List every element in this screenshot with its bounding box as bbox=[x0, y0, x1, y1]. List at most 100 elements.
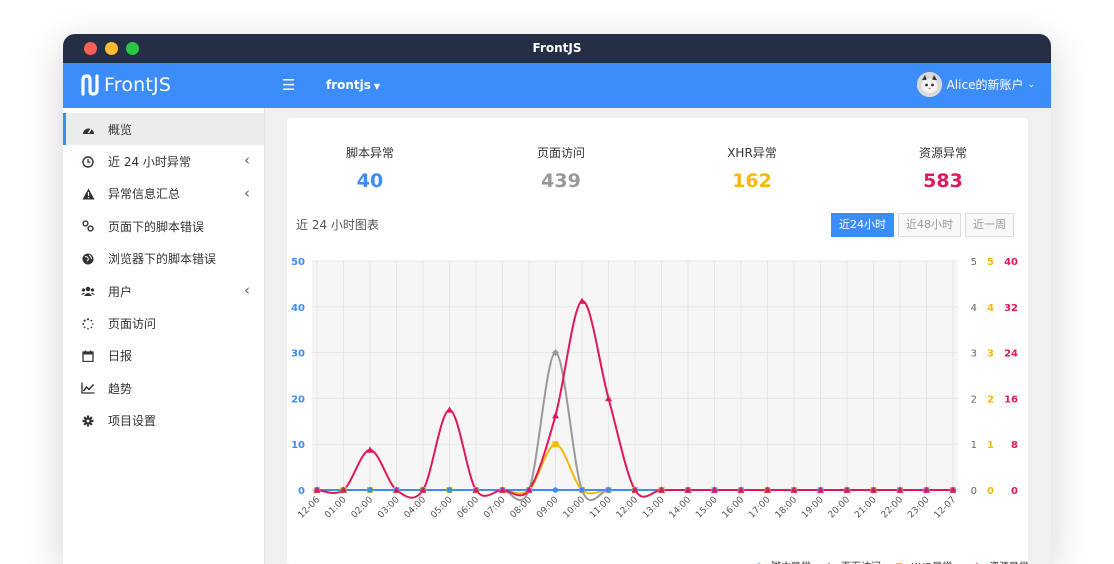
line-chart: 01020304050012345012345081624324012-0601… bbox=[287, 248, 1028, 564]
x-tick-label: 12-06 bbox=[297, 495, 323, 521]
x-tick-label: 13:00 bbox=[641, 495, 667, 521]
menu-toggle-icon[interactable]: ☰ bbox=[282, 76, 295, 94]
sidebar-item-label: 页面下的脚本错误 bbox=[108, 218, 204, 235]
legend-label: XHR异常 bbox=[911, 560, 952, 564]
x-tick-label: 17:00 bbox=[747, 495, 773, 521]
frontjs-logo-icon bbox=[80, 74, 100, 96]
sidebar-item[interactable]: 页面访问 bbox=[63, 307, 264, 339]
y-tick-label-right: 2 bbox=[987, 394, 994, 405]
y-tick-label-right: 5 bbox=[987, 257, 994, 268]
sidebar: 概览近 24 小时异常‹异常信息汇总‹页面下的脚本错误浏览器下的脚本错误用户‹页… bbox=[63, 108, 265, 564]
range-48h-button[interactable]: 近48小时 bbox=[898, 213, 961, 237]
x-tick-label: 15:00 bbox=[694, 495, 720, 521]
calendar-icon bbox=[81, 350, 95, 362]
chart-title: 近 24 小时图表 bbox=[296, 216, 379, 233]
data-point-marker bbox=[367, 487, 373, 493]
y-tick-label-right: 1 bbox=[987, 440, 994, 451]
brand-name: FrontJS bbox=[104, 74, 171, 96]
sidebar-item[interactable]: 日报 bbox=[63, 340, 264, 372]
globe-icon bbox=[81, 253, 95, 265]
y-tick-label-left: 40 bbox=[291, 303, 305, 314]
sidebar-item[interactable]: 概览 bbox=[63, 113, 264, 145]
y-tick-label-right: 32 bbox=[1004, 303, 1018, 314]
sidebar-item[interactable]: 异常信息汇总‹ bbox=[63, 178, 264, 210]
sidebar-item-label: 用户 bbox=[108, 283, 132, 300]
y-tick-label-right: 5 bbox=[971, 257, 977, 268]
user-menu[interactable]: Alice的新账户 ⌄ bbox=[917, 72, 1035, 97]
app-window: FrontJS FrontJS ☰ frontjs▼ Alice的新账户 ⌄ bbox=[63, 34, 1051, 564]
x-tick-label: 22:00 bbox=[880, 495, 906, 521]
stat-label: 资源异常 bbox=[878, 144, 1008, 161]
chevron-down-icon: ⌄ bbox=[1027, 80, 1035, 90]
stat-xhr-errors: XHR异常 162 bbox=[687, 144, 817, 192]
data-point-marker bbox=[553, 441, 559, 447]
y-tick-label-right: 0 bbox=[987, 486, 994, 497]
window-title: FrontJS bbox=[63, 41, 1051, 55]
range-week-button[interactable]: 近一周 bbox=[965, 213, 1014, 237]
y-tick-label-right: 1 bbox=[971, 440, 977, 451]
stat-page-visits: 页面访问 439 bbox=[496, 144, 626, 192]
sidebar-item[interactable]: 项目设置 bbox=[63, 405, 264, 437]
sidebar-item[interactable]: 用户 ‹ bbox=[63, 275, 264, 307]
project-selector[interactable]: frontjs▼ bbox=[326, 78, 380, 92]
sidebar-item-label: 项目设置 bbox=[108, 412, 156, 429]
chevron-left-icon: ‹ bbox=[244, 184, 250, 202]
top-navbar: FrontJS ☰ frontjs▼ Alice的新账户 ⌄ bbox=[63, 63, 1051, 108]
line-chart-icon bbox=[81, 382, 95, 394]
project-name: frontjs bbox=[326, 78, 371, 92]
y-tick-label-left: 20 bbox=[291, 394, 305, 405]
stat-value: 162 bbox=[687, 170, 817, 192]
x-tick-label: 06:00 bbox=[456, 495, 482, 521]
chevron-left-icon: ‹ bbox=[244, 281, 250, 299]
data-point-marker bbox=[606, 487, 612, 493]
sidebar-item[interactable]: 页面下的脚本错误 bbox=[63, 210, 264, 242]
range-24h-button[interactable]: 近24小时 bbox=[831, 213, 894, 237]
stat-value: 439 bbox=[496, 170, 626, 192]
spinner-icon bbox=[81, 318, 95, 330]
x-tick-label: 08:00 bbox=[509, 495, 535, 521]
brand-logo[interactable]: FrontJS bbox=[80, 74, 171, 96]
y-tick-label-right: 3 bbox=[987, 349, 994, 360]
warning-icon bbox=[81, 188, 95, 200]
data-point-marker bbox=[553, 487, 559, 493]
window-titlebar: FrontJS bbox=[63, 34, 1051, 63]
x-tick-label: 03:00 bbox=[376, 495, 402, 521]
legend-label: 脚本异常 bbox=[771, 560, 811, 564]
x-tick-label: 21:00 bbox=[853, 495, 879, 521]
sidebar-item[interactable]: 趋势 bbox=[63, 372, 264, 404]
y-tick-label-right: 4 bbox=[987, 303, 994, 314]
sidebar-item-label: 浏览器下的脚本错误 bbox=[108, 250, 216, 267]
data-point-marker bbox=[579, 487, 585, 493]
y-tick-label-left: 10 bbox=[291, 440, 305, 451]
y-tick-label-right: 4 bbox=[971, 303, 977, 314]
sidebar-item-label: 日报 bbox=[108, 347, 132, 364]
x-tick-label: 11:00 bbox=[588, 495, 614, 521]
x-tick-label: 04:00 bbox=[403, 495, 429, 521]
x-tick-label: 10:00 bbox=[562, 495, 588, 521]
avatar bbox=[917, 72, 942, 97]
stat-label: 页面访问 bbox=[496, 144, 626, 161]
users-icon bbox=[81, 286, 95, 297]
y-tick-label-right: 2 bbox=[971, 394, 977, 405]
y-tick-label-left: 30 bbox=[291, 349, 305, 360]
x-tick-label: 23:00 bbox=[906, 495, 932, 521]
y-tick-label-left: 50 bbox=[291, 257, 305, 268]
y-tick-label-left: 0 bbox=[298, 486, 305, 497]
y-tick-label-right: 0 bbox=[971, 486, 977, 497]
gear-icon bbox=[81, 415, 95, 427]
sidebar-item-label: 近 24 小时异常 bbox=[108, 153, 191, 170]
legend-label: 页面访问 bbox=[841, 560, 881, 564]
sidebar-item-label: 趋势 bbox=[108, 380, 132, 397]
sidebar-item[interactable]: 浏览器下的脚本错误 bbox=[63, 243, 264, 275]
legend-label: 资源异常 bbox=[989, 560, 1028, 564]
x-tick-label: 05:00 bbox=[429, 495, 455, 521]
caret-down-icon: ▼ bbox=[374, 82, 380, 91]
sidebar-item[interactable]: 近 24 小时异常‹ bbox=[63, 145, 264, 177]
x-tick-label: 19:00 bbox=[800, 495, 826, 521]
x-tick-label: 16:00 bbox=[721, 495, 747, 521]
y-tick-label-right: 16 bbox=[1004, 394, 1018, 405]
x-tick-label: 01:00 bbox=[323, 495, 349, 521]
x-tick-label: 12:00 bbox=[615, 495, 641, 521]
stat-script-errors: 脚本异常 40 bbox=[305, 144, 435, 192]
user-name: Alice的新账户 bbox=[947, 76, 1024, 93]
